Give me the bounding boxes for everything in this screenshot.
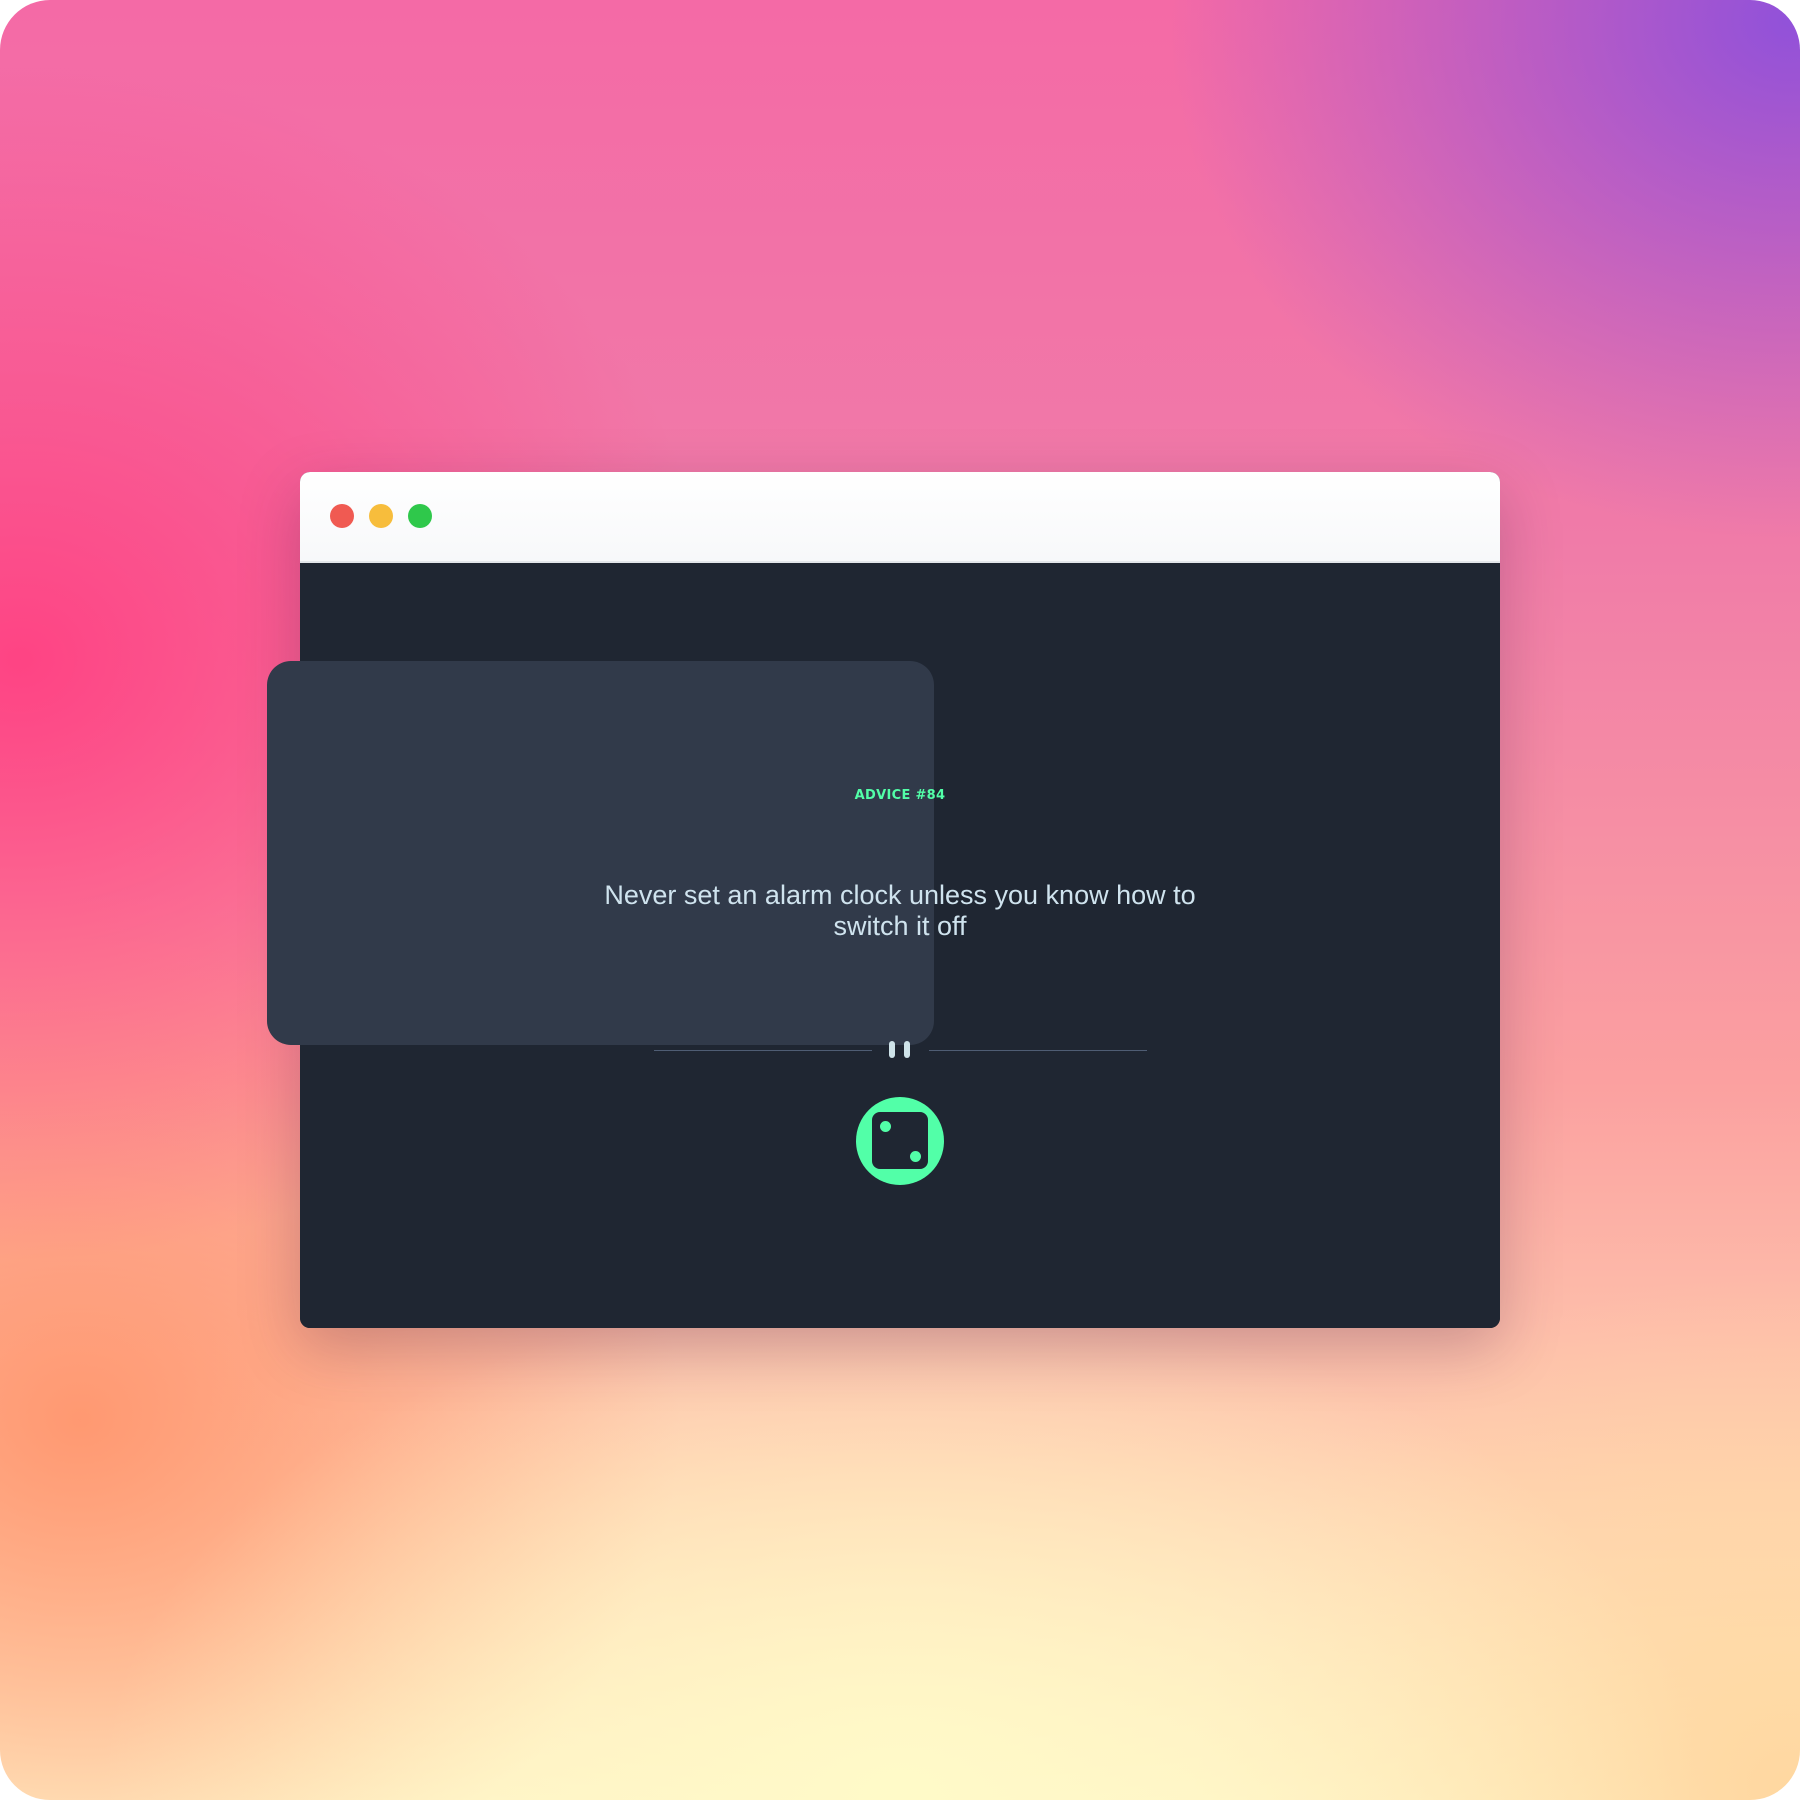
window-titlebar (300, 472, 1500, 563)
pause-icon-bar (904, 1041, 910, 1058)
divider-line-right (929, 1050, 1147, 1051)
dice-pip (880, 1121, 891, 1132)
close-window-button[interactable] (330, 504, 354, 528)
divider-line-left (654, 1050, 872, 1051)
maximize-window-button[interactable] (408, 504, 432, 528)
new-advice-button[interactable] (856, 1097, 944, 1185)
minimize-window-button[interactable] (369, 504, 393, 528)
advice-id-label: ADVICE #84 (854, 788, 946, 803)
advice-card (267, 661, 934, 1045)
dice-icon (872, 1112, 928, 1169)
dice-pip (910, 1151, 921, 1162)
pause-icon (889, 1041, 895, 1058)
advice-quote: Never set an alarm clock unless you know… (604, 880, 1196, 941)
